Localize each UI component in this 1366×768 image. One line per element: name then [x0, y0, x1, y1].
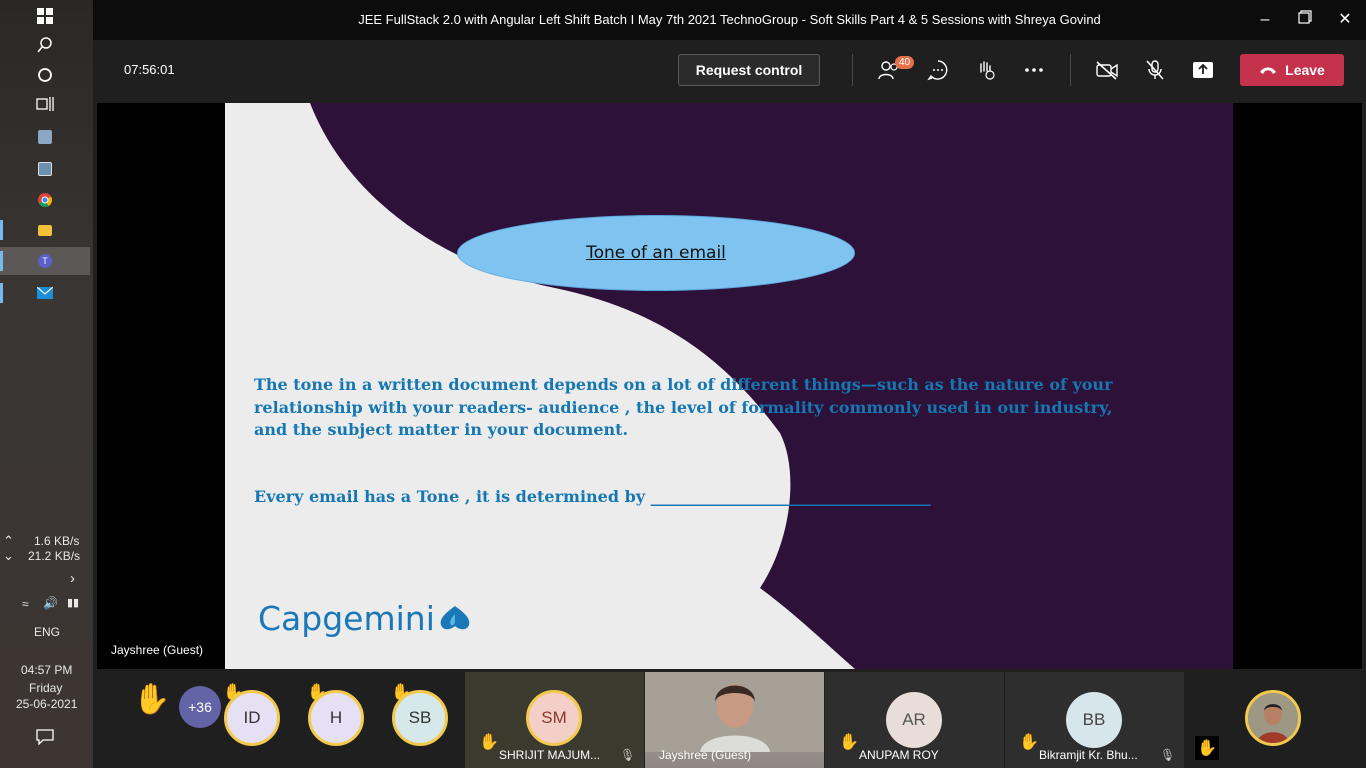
spade-logo-icon	[440, 605, 470, 629]
net-download-speed: 21.2 KB/s	[28, 549, 81, 563]
notification-center-icon[interactable]	[36, 729, 54, 748]
participant-name: Jayshree (Guest)	[659, 748, 752, 762]
raised-hand-icon: ✋	[479, 734, 499, 751]
leave-button[interactable]: Leave	[1240, 54, 1344, 86]
more-participants-tile[interactable]: ✋ +36	[123, 672, 221, 768]
avatar[interactable]	[1245, 690, 1301, 746]
participant-video-tile[interactable]: Jayshree (Guest)	[645, 672, 824, 768]
clock-day[interactable]: Friday	[29, 681, 62, 695]
camera-off-icon[interactable]	[1091, 54, 1123, 86]
avatar[interactable]: ID	[224, 690, 280, 746]
avatar[interactable]: H	[308, 690, 364, 746]
upload-arrow-icon: ⌃	[3, 533, 14, 548]
participant-video	[645, 672, 824, 752]
volume-icon[interactable]: 🔊	[43, 596, 58, 610]
cortana-icon[interactable]	[0, 61, 90, 89]
download-arrow-icon: ⌄	[3, 548, 14, 563]
avatar[interactable]: SB	[392, 690, 448, 746]
net-upload-speed: 1.6 KB/s	[34, 534, 80, 548]
self-reaction-tile: ✋	[1185, 672, 1219, 768]
slide-title: Tone of an email	[586, 243, 726, 263]
participants-count-badge: 40	[895, 56, 915, 69]
more-participants-count[interactable]: +36	[179, 686, 221, 728]
participant-name: ANUPAM ROY	[859, 748, 939, 762]
mail-icon[interactable]	[0, 279, 90, 307]
windows-taskbar: T ⌃ 1.6 KB/s ⌄ 21.2 KB/s › ≈ 🔊 ▮▮ ENG 04…	[0, 0, 93, 768]
slide-question: Every email has a Tone , it is determine…	[254, 487, 931, 506]
participant-tile[interactable]: SM ✋ SHRIJIT MAJUM... 🎙	[465, 672, 644, 768]
presenter-label: Jayshree (Guest)	[111, 643, 204, 657]
file-explorer-icon[interactable]	[0, 216, 90, 244]
toolbar-divider	[852, 54, 853, 86]
avatar[interactable]: BB	[1066, 692, 1122, 748]
toolbar-divider	[1070, 54, 1071, 86]
raised-hand-icon: ✋	[1195, 736, 1219, 760]
minimize-icon[interactable]: –	[1253, 8, 1277, 32]
teams-meeting-window: JEE FullStack 2.0 with Angular Left Shif…	[93, 0, 1366, 768]
clock-time[interactable]: 04:57 PM	[21, 663, 72, 677]
chat-icon[interactable]	[922, 54, 954, 86]
leave-label: Leave	[1285, 62, 1325, 78]
participant-tile[interactable]: BB ✋ Bikramjit Kr. Bhu... 🎙	[1005, 672, 1184, 768]
raised-hand-icon: ✋	[1019, 734, 1039, 751]
meeting-timer: 07:56:01	[124, 62, 175, 77]
chrome-icon[interactable]	[0, 186, 90, 214]
photos-app-icon[interactable]	[0, 155, 90, 183]
clock-date[interactable]: 25-06-2021	[16, 697, 77, 711]
restore-icon[interactable]	[1293, 8, 1317, 32]
avatar[interactable]: SM	[526, 690, 582, 746]
reactions-icon[interactable]	[970, 54, 1002, 86]
raised-hand-icon: ✋	[133, 683, 171, 716]
window-title: JEE FullStack 2.0 with Angular Left Shif…	[358, 12, 1101, 27]
logo-text: Capgemini	[258, 599, 435, 638]
show-hidden-icons-chevron-icon[interactable]: ›	[70, 570, 75, 587]
hang-up-icon	[1260, 67, 1277, 74]
participant-name: Bikramjit Kr. Bhu...	[1039, 748, 1138, 762]
mic-off-icon: 🎙	[620, 748, 636, 762]
presentation-slide: Tone of an email The tone in a written d…	[225, 103, 1233, 669]
share-content-icon[interactable]	[1187, 54, 1219, 86]
profile-photo	[1248, 693, 1298, 743]
participant-name: SHRIJIT MAJUM...	[499, 748, 601, 762]
close-icon[interactable]: ✕	[1333, 8, 1357, 32]
participant-avatar-tile[interactable]: ✋ SB	[386, 672, 466, 768]
slide-paragraph: The tone in a written document depends o…	[254, 375, 1113, 439]
self-video-tile[interactable]	[1233, 672, 1323, 768]
raised-hand-icon: ✋	[839, 734, 859, 751]
avatar[interactable]: AR	[886, 692, 942, 748]
language-indicator[interactable]: ENG	[34, 625, 60, 639]
capgemini-logo: Capgemini	[258, 599, 473, 638]
shared-screen-stage: Tone of an email The tone in a written d…	[97, 103, 1362, 669]
mic-off-icon[interactable]	[1139, 54, 1171, 86]
search-icon[interactable]	[0, 31, 90, 59]
camera-app-icon[interactable]	[0, 123, 90, 151]
teams-icon[interactable]: T	[0, 247, 90, 275]
task-view-icon[interactable]	[0, 90, 90, 118]
wifi-icon[interactable]: ≈	[22, 597, 29, 611]
title-bar: JEE FullStack 2.0 with Angular Left Shif…	[93, 0, 1366, 40]
request-control-button[interactable]: Request control	[678, 54, 820, 86]
participants-strip: ✋ +36 ✋ ID ✋ H ✋ SB SM ✋ SHRIJIT MAJUM..…	[93, 672, 1366, 768]
slide-title-ellipse: Tone of an email	[457, 215, 855, 291]
participant-avatar-tile[interactable]: ✋ ID	[218, 672, 298, 768]
participant-avatar-tile[interactable]: ✋ H	[302, 672, 382, 768]
mic-off-icon: 🎙	[1160, 748, 1176, 762]
battery-icon[interactable]: ▮▮	[67, 596, 79, 609]
participant-tile[interactable]: AR ✋ ANUPAM ROY	[825, 672, 1004, 768]
windows-start-icon[interactable]	[0, 2, 90, 30]
meeting-toolbar: 07:56:01 Request control 40 Leave	[93, 40, 1366, 130]
more-actions-icon[interactable]	[1018, 54, 1050, 86]
